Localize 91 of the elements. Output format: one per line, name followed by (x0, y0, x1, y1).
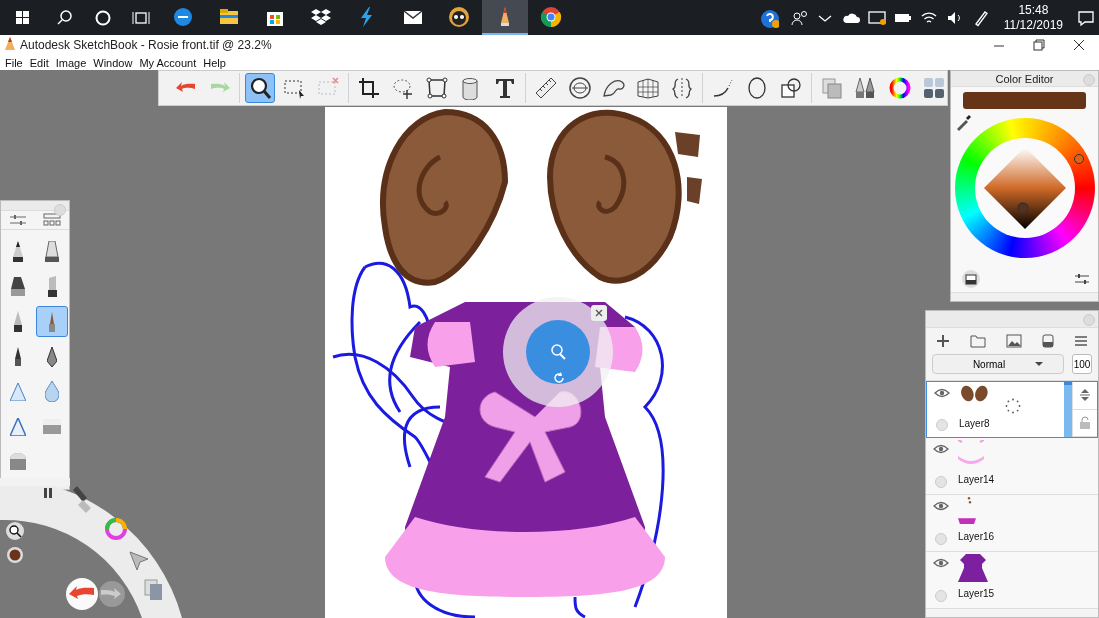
letter-t-icon (493, 76, 517, 100)
brush-icon[interactable] (73, 486, 91, 513)
ruler-icon (534, 76, 558, 100)
square-handles-icon (425, 76, 449, 100)
menu-item[interactable]: My Account (139, 56, 197, 69)
brush-tip-icon (10, 417, 26, 436)
panel-grid-icon (922, 76, 946, 100)
app-pencil-icon (4, 37, 16, 53)
brush-tip-icon (45, 381, 59, 403)
help-icon[interactable] (758, 7, 779, 28)
eye-icon[interactable] (933, 501, 949, 511)
restore-icon[interactable] (1032, 38, 1046, 52)
opacity-field[interactable]: 100 (1072, 354, 1092, 374)
hue-handle[interactable] (1073, 154, 1084, 165)
ellipse-guide-icon (568, 76, 592, 100)
ellipse-icon (745, 76, 769, 100)
brush-tip-icon (10, 453, 26, 471)
folder-icon[interactable] (970, 334, 986, 348)
layer-thumbnail (959, 384, 990, 404)
layer-thumbnail (958, 440, 984, 464)
caret-icon (1035, 361, 1044, 367)
close-icon[interactable] (1072, 38, 1086, 52)
brush-tip-icon (13, 241, 23, 263)
rotate-icon[interactable] (552, 371, 566, 385)
cartoon-head-icon (447, 4, 471, 29)
brush-tip-icon (10, 382, 26, 401)
saturation-value-picker[interactable] (983, 147, 1066, 230)
eye-icon[interactable] (933, 558, 949, 568)
lasso-icon (391, 76, 415, 100)
paint-can-icon[interactable] (961, 268, 981, 289)
layer-name: Layer16 (958, 531, 996, 542)
menu-icon[interactable] (1074, 334, 1088, 348)
brushes-icon (854, 76, 878, 100)
undo-button[interactable] (66, 578, 98, 610)
layer-thumbnail (958, 554, 988, 582)
brush-tip-icon (43, 419, 61, 435)
crop-icon (357, 76, 381, 100)
magnifier-button[interactable] (6, 522, 24, 540)
eyedropper-icon[interactable] (955, 112, 973, 131)
brush-sets-icon[interactable] (43, 213, 61, 228)
layer-thumbnail (958, 497, 976, 525)
brush-tip-icon (45, 241, 59, 263)
menu-item[interactable]: Image (55, 56, 87, 69)
redo-button[interactable] (99, 581, 125, 607)
chrome-logo-icon (539, 4, 563, 29)
brush-tip-icon (47, 346, 57, 367)
spinner-icon (1005, 398, 1021, 414)
image-icon[interactable] (1006, 334, 1022, 348)
clock[interactable]: 15:48 11/12/2019 (993, 2, 1073, 33)
close-icon[interactable] (594, 308, 604, 318)
cursor-arrow-icon[interactable] (129, 551, 149, 571)
layer-radio[interactable] (936, 419, 948, 431)
menu-item[interactable]: Window (93, 56, 133, 69)
stacked-pages-icon[interactable] (144, 579, 162, 600)
panel-grip[interactable] (951, 292, 1098, 301)
menu-item[interactable]: Edit (29, 56, 49, 69)
eye-icon[interactable] (934, 388, 950, 398)
layer-radio[interactable] (935, 533, 947, 545)
color-wheel-icon[interactable] (105, 518, 127, 540)
plus-icon[interactable] (936, 334, 950, 348)
sliders-icon[interactable] (9, 213, 27, 228)
symmetry-icon (670, 76, 694, 100)
shapes-icon (779, 76, 803, 100)
stacked-pages-icon (820, 76, 844, 100)
zoom-tool[interactable] (245, 73, 275, 103)
layer-radio[interactable] (935, 476, 947, 488)
window-title: Autodesk SketchBook - Rosie front.tif @ 23.2% (20, 38, 273, 52)
brush-tip-icon (47, 276, 57, 298)
eraser-icon[interactable] (1042, 334, 1054, 348)
layer-row[interactable]: Layer8 (926, 381, 1098, 438)
blend-mode-dropdown[interactable]: Normal (932, 354, 1064, 374)
layer-row[interactable]: Layer14 (926, 438, 1098, 495)
layer-row[interactable]: Layer16 (926, 495, 1098, 552)
brush-tip-icon (15, 347, 21, 367)
menu-item[interactable]: Help (203, 56, 226, 69)
layer-row[interactable]: Layer15 (926, 552, 1098, 609)
move-arrows-icon[interactable] (1078, 388, 1092, 403)
color-wheel-icon (888, 76, 912, 100)
layer-name: Layer15 (958, 588, 996, 599)
eye-icon[interactable] (933, 444, 949, 454)
layer-name: Layer14 (958, 474, 996, 485)
magnifier-icon (248, 76, 272, 100)
layer-name: Layer8 (959, 418, 991, 429)
menu-item[interactable]: File (5, 56, 23, 69)
color-puck[interactable] (7, 547, 23, 563)
perspective-grid-icon (636, 76, 660, 100)
magnifier-icon (549, 343, 567, 361)
brush-tip-icon (14, 311, 22, 333)
layer-radio[interactable] (935, 590, 947, 602)
panel-title: Color Editor (995, 72, 1054, 85)
brush-tip-icon (11, 277, 25, 297)
